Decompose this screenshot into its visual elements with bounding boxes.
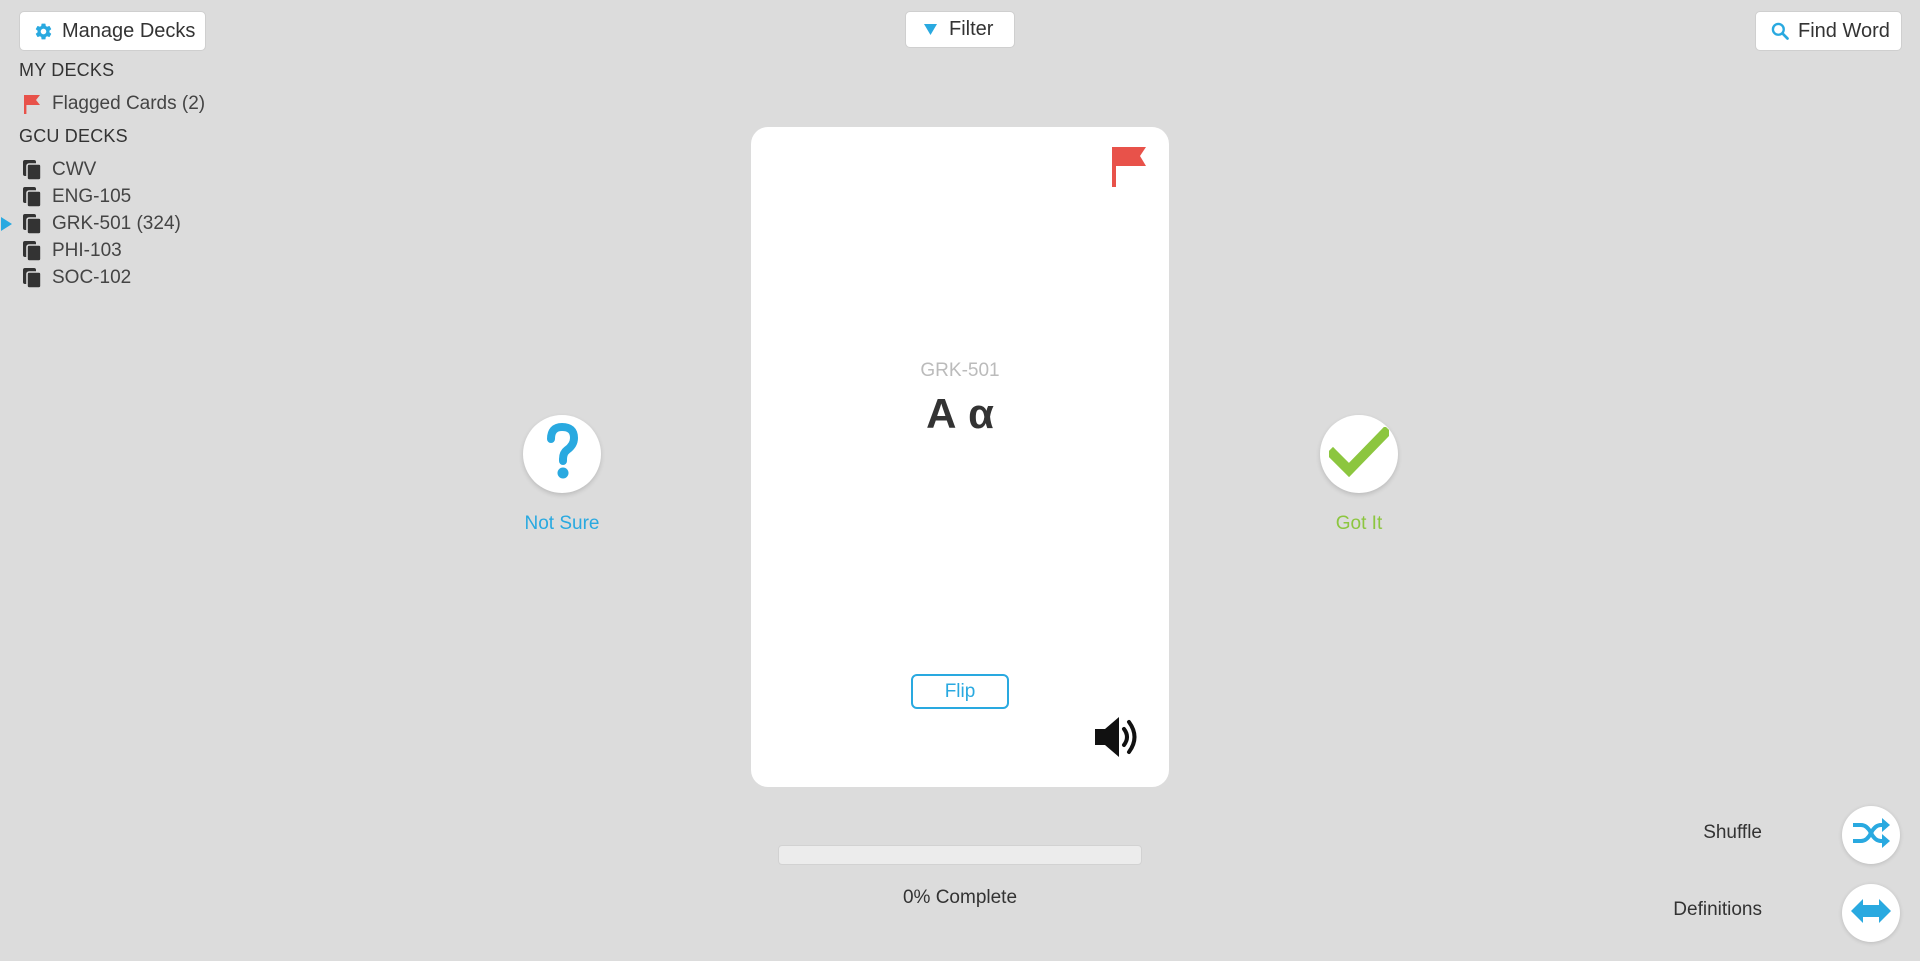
manage-decks-label: Manage Decks: [62, 19, 196, 42]
flag-icon: [1111, 147, 1147, 191]
progress-bar: [778, 845, 1142, 865]
gcu-decks-heading: GCU DECKS: [19, 126, 128, 146]
caret-down-icon: [924, 24, 937, 35]
not-sure-label: Not Sure: [524, 513, 600, 534]
find-word-label: Find Word: [1798, 19, 1890, 42]
speaker-icon: [1093, 717, 1143, 764]
checkmark-icon: [1325, 425, 1393, 482]
deck-stack-icon: [22, 240, 42, 262]
search-icon: [1770, 21, 1790, 41]
active-deck-pointer: [1, 217, 12, 231]
not-sure-button[interactable]: [523, 415, 601, 493]
sidebar-item-label: GRK-501 (324): [52, 213, 181, 234]
sidebar-item-deck-active[interactable]: GRK-501 (324): [22, 211, 181, 237]
flashcard[interactable]: GRK-501 Α α Flip: [751, 127, 1169, 787]
definitions-button[interactable]: [1842, 884, 1900, 942]
sidebar-item-deck[interactable]: SOC-102: [22, 265, 131, 291]
shuffle-icon: [1851, 817, 1891, 854]
deck-stack-icon: [22, 267, 42, 289]
card-deck-name: GRK-501: [920, 360, 1000, 381]
sidebar-item-label: ENG-105: [52, 186, 132, 207]
sidebar-item-flagged-cards[interactable]: Flagged Cards (2): [22, 91, 205, 117]
shuffle-button[interactable]: [1842, 806, 1900, 864]
sidebar-item-label: Flagged Cards (2): [52, 93, 206, 114]
filter-button[interactable]: Filter: [905, 11, 1015, 48]
got-it-label: Got It: [1335, 513, 1383, 534]
sidebar-item-label: PHI-103: [52, 240, 122, 261]
sidebar-item-label: SOC-102: [52, 267, 132, 288]
sidebar-item-label: CWV: [52, 159, 97, 180]
flashcards-app: Manage Decks Filter Find Word MY DECKS F…: [0, 0, 1920, 961]
swap-arrows-icon: [1851, 898, 1891, 929]
sidebar-item-deck[interactable]: PHI-103: [22, 238, 122, 264]
flip-button[interactable]: Flip: [911, 674, 1009, 709]
gear-icon: [34, 22, 53, 41]
my-decks-heading: MY DECKS: [19, 60, 115, 80]
manage-decks-button[interactable]: Manage Decks: [19, 11, 206, 51]
got-it-button[interactable]: [1320, 415, 1398, 493]
deck-stack-icon: [22, 159, 42, 181]
deck-stack-icon: [22, 186, 42, 208]
sidebar-item-deck[interactable]: CWV: [22, 157, 96, 183]
question-mark-icon: [545, 422, 579, 486]
flag-icon: [22, 93, 42, 115]
shuffle-label: Shuffle: [1703, 822, 1762, 843]
play-audio-button[interactable]: [1093, 714, 1143, 765]
card-word: Α α: [926, 390, 994, 437]
sidebar-item-deck[interactable]: ENG-105: [22, 184, 131, 210]
filter-label: Filter: [949, 18, 994, 40]
definitions-label: Definitions: [1673, 899, 1762, 920]
progress-text: 0% Complete: [902, 887, 1018, 908]
find-word-button[interactable]: Find Word: [1755, 11, 1902, 51]
flag-card-button[interactable]: [1111, 145, 1147, 192]
deck-stack-icon: [22, 213, 42, 235]
